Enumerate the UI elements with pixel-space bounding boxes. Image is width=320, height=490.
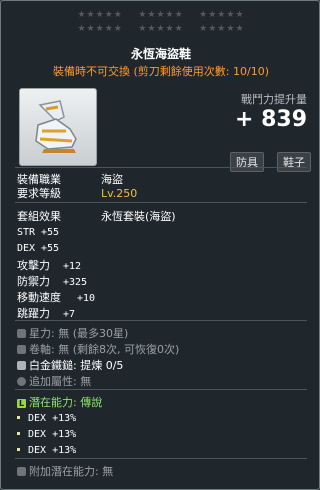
pirate-shoe-icon bbox=[35, 100, 77, 153]
bonus-stat-icon bbox=[17, 377, 26, 386]
star-group: ★★★★★ bbox=[77, 24, 123, 34]
combat-power-value: + 839 bbox=[234, 107, 307, 132]
scroll-icon bbox=[17, 345, 26, 354]
potential-label: 潛在能力 bbox=[29, 396, 73, 409]
divider bbox=[15, 389, 307, 390]
stat-value: +10 bbox=[77, 293, 96, 304]
stat-name: DEX bbox=[17, 243, 36, 254]
stat-value: +55 bbox=[41, 227, 60, 238]
scroll-label: 卷軸 bbox=[29, 343, 51, 356]
star-force-row: ★★★★★ ★★★★★ ★★★★★ ★★★★★ ★★★★★ ★★★★★ bbox=[1, 7, 320, 34]
category-badge-armor: 防具 bbox=[230, 152, 264, 172]
stat-value: +7 bbox=[63, 309, 76, 320]
additional-potential-label: 附加潛在能力 bbox=[29, 465, 95, 478]
hammer-label: 白金鐵鎚 bbox=[29, 359, 73, 372]
bonus-stat-info: 追加屬性: 無 bbox=[17, 373, 91, 389]
bullet-icon bbox=[17, 432, 20, 435]
bullet-icon bbox=[17, 448, 20, 451]
potential-header: L 潛在能力: 傳說 bbox=[17, 394, 102, 410]
additional-potential-value: : 無 bbox=[95, 465, 114, 478]
stat-row: 移動速度 +10 bbox=[17, 289, 95, 305]
stat-value: +12 bbox=[63, 261, 82, 272]
stat-name: 跳躍力 bbox=[17, 307, 50, 320]
bullet-icon bbox=[17, 416, 20, 419]
trade-note: 裝備時不可交換 (剪刀剩餘使用次數: 10/10) bbox=[53, 65, 269, 78]
star-group: ★★★★★ bbox=[199, 24, 245, 34]
divider bbox=[15, 458, 307, 459]
stat-row: 防禦力 +325 bbox=[17, 273, 87, 289]
scroll-info: 卷軸: 無 (剩餘8次, 可恢復0次) bbox=[17, 341, 179, 357]
stat-row: DEX +55 bbox=[17, 241, 59, 254]
category-badge-shoes: 鞋子 bbox=[277, 152, 311, 172]
divider bbox=[15, 167, 307, 168]
potential-line: DEX +13% bbox=[17, 427, 76, 440]
set-label: 套組效果 bbox=[17, 210, 61, 223]
stat-row: 跳躍力 +7 bbox=[17, 305, 75, 321]
bonus-stat-value: : 無 bbox=[73, 375, 92, 388]
star-group: ★★★★★ bbox=[138, 24, 184, 34]
item-tooltip: ★★★★★ ★★★★★ ★★★★★ ★★★★★ ★★★★★ ★★★★★ 永恆海盜… bbox=[0, 0, 320, 490]
potential-line-text: DEX +13% bbox=[28, 413, 77, 424]
star-group: ★★★★★ bbox=[138, 10, 184, 20]
hammer-icon bbox=[17, 361, 26, 370]
stat-row: 攻擊力 +12 bbox=[17, 257, 81, 273]
star-force-label: 星力 bbox=[29, 327, 51, 340]
stat-name: 攻擊力 bbox=[17, 259, 50, 272]
hammer-info: 白金鐵鎚: 提煉 0/5 bbox=[17, 357, 123, 373]
star-group: ★★★★★ bbox=[77, 10, 123, 20]
item-icon-frame bbox=[19, 88, 97, 166]
potential-line: DEX +13% bbox=[17, 443, 76, 456]
potential-line-text: DEX +13% bbox=[28, 429, 77, 440]
stat-row: STR +55 bbox=[17, 225, 59, 238]
potential-line: DEX +13% bbox=[17, 411, 76, 424]
stat-name: 防禦力 bbox=[17, 275, 50, 288]
item-name: 永恆海盜鞋 bbox=[130, 47, 191, 61]
hammer-value: : 提煉 0/5 bbox=[73, 359, 124, 372]
additional-potential-icon bbox=[17, 467, 26, 476]
star-force-info: 星力: 無 (最多30星) bbox=[17, 325, 128, 341]
bonus-stat-label: 追加屬性 bbox=[29, 375, 73, 388]
star-icon bbox=[17, 329, 26, 338]
legendary-grade-icon: L bbox=[17, 399, 26, 408]
star-group: ★★★★★ bbox=[199, 10, 245, 20]
combat-power-label: 戰鬥力提升量 bbox=[241, 93, 307, 106]
stat-name: STR bbox=[17, 227, 36, 238]
divider bbox=[15, 320, 307, 321]
scroll-value: : 無 (剩餘8次, 可恢復0次) bbox=[51, 343, 180, 356]
star-force-value: : 無 (最多30星) bbox=[51, 327, 129, 340]
level-row: 要求等級 Lv.250 bbox=[17, 185, 137, 201]
stat-value: +325 bbox=[63, 277, 88, 288]
potential-line-text: DEX +13% bbox=[28, 445, 77, 456]
stat-value: +55 bbox=[41, 243, 60, 254]
additional-potential: 附加潛在能力: 無 bbox=[17, 463, 113, 479]
set-value: 永恆套裝(海盜) bbox=[101, 210, 176, 223]
stat-name: 移動速度 bbox=[17, 291, 61, 304]
divider bbox=[15, 202, 307, 203]
level-label: 要求等級 bbox=[17, 187, 61, 200]
set-row: 套組效果 永恆套裝(海盜) bbox=[17, 208, 176, 224]
potential-grade: : 傳說 bbox=[73, 396, 103, 409]
level-value: Lv.250 bbox=[101, 187, 138, 200]
